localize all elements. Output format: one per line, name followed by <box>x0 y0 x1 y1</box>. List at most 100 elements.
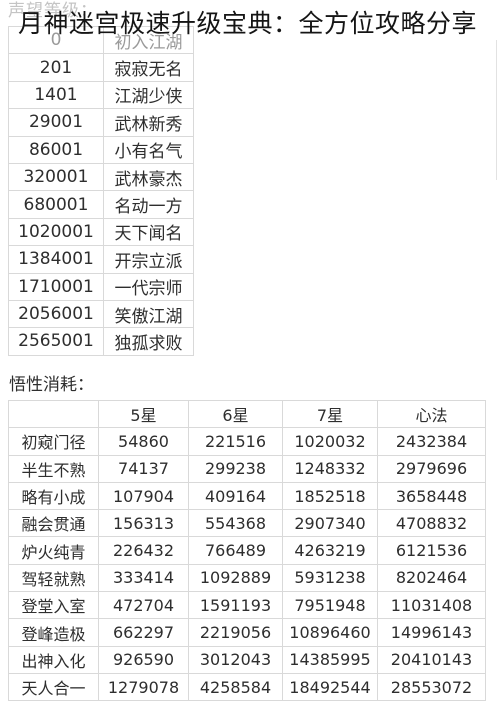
reputation-table: 0 初入江湖 201 寂寂无名 1401 江湖少侠 29001 武林新秀 86001 小有名气 32… <box>8 25 194 356</box>
table-row: 680001 名动一方 <box>8 190 194 219</box>
cost-5-star: 333414 <box>98 563 189 593</box>
reputation-rank: 武林新秀 <box>103 108 194 137</box>
skill-level: 炉火纯青 <box>8 536 99 565</box>
cost-xinfa: 11031408 <box>377 591 486 620</box>
table-row: 29001 武林新秀 <box>8 108 194 137</box>
cost-6-star: 2219056 <box>188 618 283 647</box>
cost-7-star: 7951948 <box>282 591 378 620</box>
table-row: 1020001 天下闻名 <box>8 217 194 247</box>
reputation-rank: 开宗立派 <box>103 245 194 274</box>
cost-5-star: 926590 <box>98 645 189 674</box>
cost-7-star: 4263219 <box>282 536 378 565</box>
reputation-points: 86001 <box>8 135 104 164</box>
cost-6-star: 409164 <box>188 481 283 511</box>
table-row: 201 寂寂无名 <box>8 53 194 82</box>
table-row: 天人合一 1279078 4258584 18492544 28553072 <box>8 672 486 701</box>
cost-7-star: 5931238 <box>282 563 378 593</box>
table-row: 1401 江湖少侠 <box>8 80 194 110</box>
table-row: 2056001 笑傲江湖 <box>8 299 194 329</box>
cost-xinfa: 4708832 <box>377 509 486 538</box>
table-row: 登堂入室 472704 1591193 7951948 11031408 <box>8 591 486 620</box>
skill-level: 驾轻就熟 <box>8 563 99 593</box>
cost-5-star: 662297 <box>98 618 189 647</box>
table-row: 略有小成 107904 409164 1852518 3658448 <box>8 481 486 511</box>
cost-7-star: 14385995 <box>282 645 378 674</box>
cost-6-star: 3012043 <box>188 645 283 674</box>
cost-7-star: 1020032 <box>282 427 378 456</box>
cost-xinfa: 3658448 <box>377 481 486 511</box>
cost-5-star: 74137 <box>98 454 189 483</box>
page-title: 月神迷宫极速升级宝典：全方位攻略分享 <box>18 9 478 38</box>
cost-xinfa: 14996143 <box>377 618 486 647</box>
reputation-points: 1384001 <box>8 245 104 274</box>
reputation-points: 1710001 <box>8 272 104 301</box>
skill-level: 初窥门径 <box>8 427 99 456</box>
reputation-points: 680001 <box>8 190 104 219</box>
reputation-rank: 名动一方 <box>103 190 194 219</box>
reputation-points: 320001 <box>8 162 104 192</box>
cost-xinfa: 20410143 <box>377 645 486 674</box>
insight-cost-label: 悟性消耗： <box>9 375 94 395</box>
cost-6-star: 1092889 <box>188 563 283 593</box>
cost-5-star: 54860 <box>98 427 189 456</box>
cost-xinfa: 28553072 <box>377 672 486 701</box>
insight-cost-table: 5星 6星 7星 心法 初窥门径 54860 221516 1020032 243238… <box>8 399 486 701</box>
cost-7-star: 10896460 <box>282 618 378 647</box>
scroll-edge-divider <box>496 40 497 180</box>
reputation-rank: 独孤求败 <box>103 327 194 356</box>
cost-7-star: 18492544 <box>282 672 378 701</box>
cost-6-star: 299238 <box>188 454 283 483</box>
cost-xinfa: 2979696 <box>377 454 486 483</box>
table-row: 驾轻就熟 333414 1092889 5931238 8202464 <box>8 563 486 593</box>
reputation-rank: 笑傲江湖 <box>103 299 194 329</box>
reputation-rank: 小有名气 <box>103 135 194 164</box>
reputation-rank: 寂寂无名 <box>103 53 194 82</box>
cost-7-star: 2907340 <box>282 509 378 538</box>
cost-6-star: 1591193 <box>188 591 283 620</box>
column-header: 5星 <box>98 399 189 429</box>
reputation-rank: 一代宗师 <box>103 272 194 301</box>
reputation-rank: 江湖少侠 <box>103 80 194 110</box>
table-header-row: 5星 6星 7星 心法 <box>8 399 486 429</box>
skill-level: 出神入化 <box>8 645 99 674</box>
reputation-points: 2565001 <box>8 327 104 356</box>
cost-5-star: 156313 <box>98 509 189 538</box>
skill-level: 半生不熟 <box>8 454 99 483</box>
skill-level: 登堂入室 <box>8 591 99 620</box>
reputation-rank: 天下闻名 <box>103 217 194 247</box>
table-row: 86001 小有名气 <box>8 135 194 164</box>
reputation-points: 29001 <box>8 108 104 137</box>
table-row: 320001 武林豪杰 <box>8 162 194 192</box>
skill-level: 登峰造极 <box>8 618 99 647</box>
column-header <box>8 399 99 429</box>
table-row: 登峰造极 662297 2219056 10896460 14996143 <box>8 618 486 647</box>
skill-level: 略有小成 <box>8 481 99 511</box>
reputation-points: 1020001 <box>8 217 104 247</box>
reputation-points: 1401 <box>8 80 104 110</box>
reputation-points: 2056001 <box>8 299 104 329</box>
table-row: 初窥门径 54860 221516 1020032 2432384 <box>8 427 486 456</box>
table-row: 1710001 一代宗师 <box>8 272 194 301</box>
column-header: 心法 <box>377 399 486 429</box>
cost-5-star: 472704 <box>98 591 189 620</box>
cost-7-star: 1248332 <box>282 454 378 483</box>
column-header: 7星 <box>282 399 378 429</box>
table-row: 融会贯通 156313 554368 2907340 4708832 <box>8 509 486 538</box>
table-row: 1384001 开宗立派 <box>8 245 194 274</box>
cost-5-star: 107904 <box>98 481 189 511</box>
cost-5-star: 1279078 <box>98 672 189 701</box>
skill-level: 融会贯通 <box>8 509 99 538</box>
cost-6-star: 766489 <box>188 536 283 565</box>
cost-6-star: 221516 <box>188 427 283 456</box>
cost-xinfa: 8202464 <box>377 563 486 593</box>
table-row: 2565001 独孤求败 <box>8 327 194 356</box>
reputation-rank: 武林豪杰 <box>103 162 194 192</box>
cost-6-star: 4258584 <box>188 672 283 701</box>
skill-level: 天人合一 <box>8 672 99 701</box>
table-row: 半生不熟 74137 299238 1248332 2979696 <box>8 454 486 483</box>
column-header: 6星 <box>188 399 283 429</box>
cost-xinfa: 6121536 <box>377 536 486 565</box>
reputation-points: 201 <box>8 53 104 82</box>
cost-7-star: 1852518 <box>282 481 378 511</box>
table-row: 出神入化 926590 3012043 14385995 20410143 <box>8 645 486 674</box>
